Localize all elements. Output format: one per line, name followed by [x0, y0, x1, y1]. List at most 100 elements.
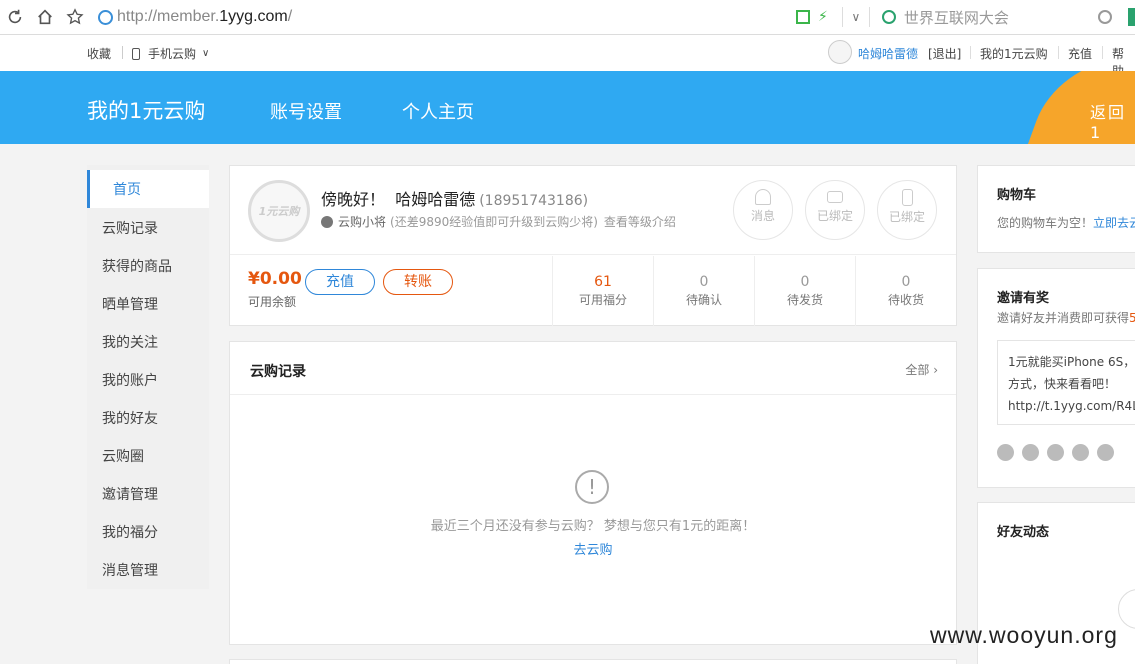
user-name: 哈姆哈雷德	[395, 190, 476, 209]
chevron-down-icon: ∨	[202, 48, 210, 59]
sidebar-item-follow[interactable]: 我的关注	[102, 332, 158, 352]
divider	[230, 254, 956, 255]
extension-icon[interactable]	[1128, 8, 1135, 26]
stat-pending-confirm[interactable]: 0 待确认	[654, 274, 754, 308]
purchase-records-panel: 云购记录 全部 › ! 最近三个月还没有参与云购？ 梦想与您只有1元的距离！ 去…	[229, 341, 957, 645]
divider	[230, 394, 956, 395]
email-bound-label: 已绑定	[816, 209, 853, 223]
address-bar[interactable]: http://member.1yyg.com/	[98, 4, 758, 30]
browser-toolbar: http://member.1yyg.com/ ⚡ ∨ 世界互联网大会	[0, 0, 1135, 35]
sidebar-item-invite[interactable]: 邀请管理	[102, 484, 158, 504]
phone-icon	[132, 47, 140, 60]
sidebar: 首页 云购记录 获得的商品 晒单管理 我的关注 我的账户 我的好友 云购圈 邀请…	[87, 165, 209, 589]
star-icon[interactable]	[60, 2, 90, 32]
invite-line: 方式，快来看看吧！	[1008, 377, 1117, 391]
page-title[interactable]: 我的1元云购	[87, 95, 205, 125]
wechat-icon[interactable]	[1022, 444, 1039, 461]
chevron-down-icon[interactable]: ∨	[847, 10, 865, 24]
search-icon[interactable]	[1097, 10, 1112, 24]
transfer-button[interactable]: 转账	[383, 269, 453, 295]
invite-highlight: 5	[1129, 311, 1135, 325]
refresh-icon[interactable]	[0, 2, 30, 32]
avatar-logo-text: 1元云购	[258, 205, 300, 218]
divider	[868, 7, 870, 27]
stat-pending-receive[interactable]: 0 待收货	[856, 274, 956, 308]
tencent-weibo-icon[interactable]	[1072, 444, 1089, 461]
sidebar-item-home[interactable]: 首页	[87, 170, 209, 208]
sidebar-item-share[interactable]: 晒单管理	[102, 294, 158, 314]
cart-title: 购物车	[997, 188, 1037, 203]
messages-label: 消息	[750, 209, 775, 223]
phone-bound-label: 已绑定	[888, 210, 925, 224]
user-avatar[interactable]: 1元云购	[248, 180, 310, 242]
mobile-link[interactable]: 手机云购 ∨	[132, 45, 209, 62]
records-all-label: 全部	[905, 363, 930, 377]
sidebar-item-messages[interactable]: 消息管理	[102, 560, 158, 580]
level-badge-icon	[321, 215, 333, 228]
level-name: 云购小将	[338, 215, 387, 229]
user-greeting: 傍晚好！ 哈姆哈雷德 (18951743186)	[321, 186, 588, 210]
recharge-button[interactable]: 充值	[305, 269, 375, 295]
user-summary-panel: 1元云购 傍晚好！ 哈姆哈雷德 (18951743186) 云购小将 (还差989…	[229, 165, 957, 326]
qzone-icon[interactable]	[1047, 444, 1064, 461]
homepage-link[interactable]: 个人主页	[402, 98, 474, 124]
weibo-icon[interactable]	[997, 444, 1014, 461]
sidebar-item-account[interactable]: 我的账户	[102, 370, 158, 390]
records-all-link[interactable]: 全部 ›	[905, 361, 938, 378]
stat-value: 0	[800, 274, 810, 290]
my-account-link[interactable]: 我的1元云购	[980, 45, 1048, 62]
sidebar-item-won-goods[interactable]: 获得的商品	[102, 256, 172, 276]
greeting-text: 傍晚好！	[321, 190, 386, 209]
stat-points[interactable]: 61 可用福分	[553, 274, 653, 308]
bell-icon	[755, 189, 771, 205]
browser-search-input[interactable]: 世界互联网大会	[881, 7, 1112, 28]
qr-code-icon[interactable]	[796, 10, 810, 24]
logout-link[interactable]: [退出]	[928, 45, 961, 62]
recharge-link[interactable]: 充值	[1068, 45, 1092, 62]
chevron-right-icon: ›	[933, 363, 938, 377]
mobile-label: 手机云购	[148, 47, 197, 61]
phone-bound-button[interactable]: 已绑定	[877, 180, 937, 240]
level-note: (还差9890经验值即可升级到云购少将)	[390, 215, 598, 229]
mobile-phone-icon	[901, 189, 913, 206]
go-shopping-link[interactable]: 去云购	[230, 539, 956, 558]
home-icon[interactable]	[30, 2, 60, 32]
site-top-nav: 收藏 手机云购 ∨ 哈姆哈雷德 [退出] 我的1元云购 充值 帮助	[0, 35, 1135, 78]
balance-amount: ¥0.00	[248, 269, 302, 289]
sidebar-item-records[interactable]: 云购记录	[102, 218, 158, 238]
back-link[interactable]: 返回1	[1090, 99, 1135, 142]
friends-title: 好友动态	[997, 525, 1050, 540]
sidebar-item-friends[interactable]: 我的好友	[102, 408, 158, 428]
stat-pending-ship[interactable]: 0 待发货	[755, 274, 855, 308]
divider	[841, 7, 843, 27]
favorites-link[interactable]: 收藏	[87, 45, 111, 62]
invite-link-box[interactable]: 1元就能买iPhone 6S， 方式，快来看看吧！ http://t.1yyg.…	[997, 340, 1135, 425]
messages-button[interactable]: 消息	[733, 180, 793, 240]
search-engine-icon	[881, 10, 896, 24]
go-shop-link[interactable]: 立即去云	[1093, 216, 1135, 230]
qq-icon[interactable]	[1097, 444, 1114, 461]
stat-label: 待发货	[786, 293, 823, 307]
stat-value: 0	[901, 274, 911, 290]
url-domain: 1yyg.com	[219, 8, 288, 25]
divider	[970, 46, 971, 59]
mail-icon	[827, 191, 843, 203]
account-settings-link[interactable]: 账号设置	[270, 98, 342, 124]
stat-value: 0	[699, 274, 709, 290]
email-bound-button[interactable]: 已绑定	[805, 180, 865, 240]
records-title: 云购记录	[250, 364, 306, 380]
exclamation-icon: !	[575, 470, 609, 504]
url-suffix: /	[287, 8, 293, 25]
lightning-icon[interactable]: ⚡	[818, 9, 828, 25]
invite-title: 邀请有奖	[997, 291, 1050, 306]
sidebar-item-points[interactable]: 我的福分	[102, 522, 158, 542]
invite-subtitle: 邀请好友并消费即可获得5	[997, 309, 1135, 326]
sidebar-item-circle[interactable]: 云购圈	[102, 446, 144, 466]
user-phone: (18951743186)	[479, 193, 589, 209]
username-link[interactable]: 哈姆哈雷德	[858, 45, 918, 62]
balance-label: 可用余额	[248, 295, 297, 309]
address-url: http://member.1yyg.com/	[117, 8, 292, 26]
avatar[interactable]	[828, 40, 852, 64]
cart-panel: 购物车 您的购物车为空！立即去云	[977, 165, 1135, 253]
level-intro-link[interactable]: 查看等级介绍	[604, 213, 676, 230]
